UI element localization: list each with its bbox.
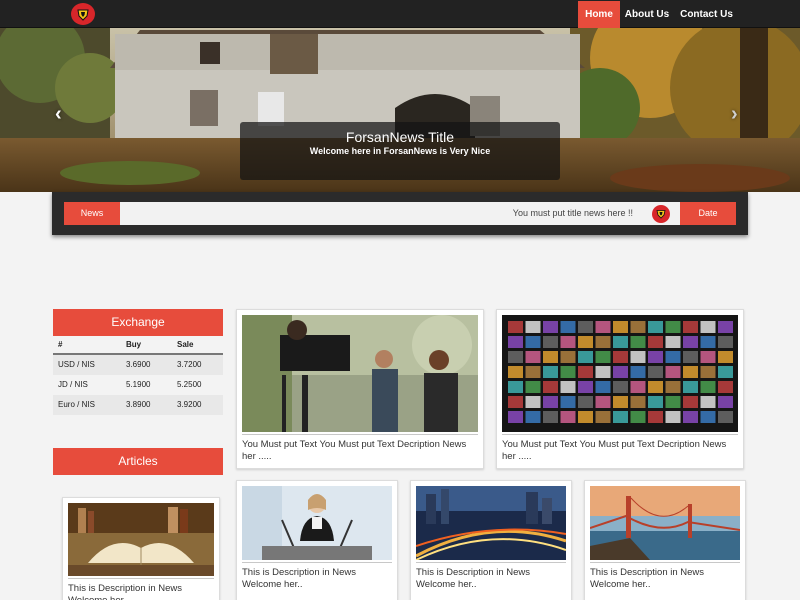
exchange-table: # Buy Sale USD / NIS 3.6900 3.7200 JD / … <box>53 336 223 415</box>
featured-thumbnail <box>242 315 478 432</box>
article-divider <box>68 578 214 579</box>
featured-description: You Must put Text You Must put Text Decr… <box>502 439 727 462</box>
news-ticker-bar: News You must put title news here !! Dat… <box>52 192 748 235</box>
news-card[interactable]: This is Description in News Welcome her.… <box>236 480 398 600</box>
chevron-left-icon[interactable]: ‹ <box>55 103 62 126</box>
news-thumbnail <box>242 486 392 560</box>
news-description: This is Description in News Welcome her.… <box>242 567 357 590</box>
news-thumbnail <box>416 486 566 560</box>
currency-pair: JD / NIS <box>58 380 88 389</box>
news-divider <box>590 562 740 563</box>
nav-contact-link[interactable]: Contact Us <box>678 1 735 28</box>
slide-caption: ForsanNews Title Welcome here in ForsanN… <box>240 122 560 180</box>
sale-rate: 3.9200 <box>177 400 202 409</box>
news-description: This is Description in News Welcome her.… <box>590 567 705 590</box>
sale-rate: 5.2500 <box>177 380 202 389</box>
chevron-right-icon[interactable]: › <box>731 103 738 126</box>
news-card[interactable]: This is Description in News Welcome her.… <box>584 480 746 600</box>
nav-home-link[interactable]: Home <box>578 1 620 28</box>
date-label-button[interactable]: Date <box>680 202 736 225</box>
buy-rate: 5.1900 <box>126 380 151 389</box>
col-header-sale: Sale <box>177 340 194 349</box>
buy-rate: 3.8900 <box>126 400 151 409</box>
article-description: This is Description in News Welcome her.… <box>68 583 183 600</box>
news-ticker-area: You must put title news here !! <box>120 202 680 225</box>
news-thumbnail <box>590 486 740 560</box>
col-header-buy: Buy <box>126 340 142 349</box>
slide-subtitle: Welcome here in ForsanNews is Very Nice <box>309 146 491 156</box>
articles-header: Articles <box>53 448 223 475</box>
featured-divider <box>502 434 738 435</box>
hero-slider: ‹ › ForsanNews Title Welcome here in For… <box>0 28 800 192</box>
news-label-button[interactable]: News <box>64 202 120 225</box>
news-card[interactable]: This is Description in News Welcome her.… <box>410 480 572 600</box>
table-row: Euro / NIS 3.8900 3.9200 <box>53 395 223 415</box>
exchange-table-header: # Buy Sale <box>53 336 223 355</box>
slide-title: ForsanNews Title <box>345 129 455 145</box>
news-description: This is Description in News Welcome her.… <box>416 567 531 590</box>
sale-rate: 3.7200 <box>177 360 202 369</box>
featured-card[interactable]: You Must put Text You Must put Text Decr… <box>236 309 484 469</box>
featured-description: You Must put Text You Must put Text Decr… <box>242 439 467 462</box>
shield-emblem-icon <box>652 205 670 223</box>
article-thumbnail <box>68 503 214 576</box>
news-divider <box>242 562 392 563</box>
buy-rate: 3.6900 <box>126 360 151 369</box>
top-navbar: Home About Us Contact Us <box>0 0 800 28</box>
nav-about-link[interactable]: About Us <box>623 1 671 28</box>
table-row: USD / NIS 3.6900 3.7200 <box>53 355 223 375</box>
featured-thumbnail <box>502 315 738 432</box>
exchange-header: Exchange <box>53 309 223 336</box>
currency-pair: USD / NIS <box>58 360 95 369</box>
col-header-pair: # <box>58 340 63 349</box>
logo-emblem-icon[interactable] <box>71 3 95 25</box>
news-ticker-text[interactable]: You must put title news here !! <box>513 202 633 225</box>
featured-divider <box>242 434 478 435</box>
article-card[interactable]: This is Description in News Welcome her.… <box>62 497 220 600</box>
table-row: JD / NIS 5.1900 5.2500 <box>53 375 223 395</box>
featured-card[interactable]: You Must put Text You Must put Text Decr… <box>496 309 744 469</box>
currency-pair: Euro / NIS <box>58 400 95 409</box>
news-divider <box>416 562 566 563</box>
